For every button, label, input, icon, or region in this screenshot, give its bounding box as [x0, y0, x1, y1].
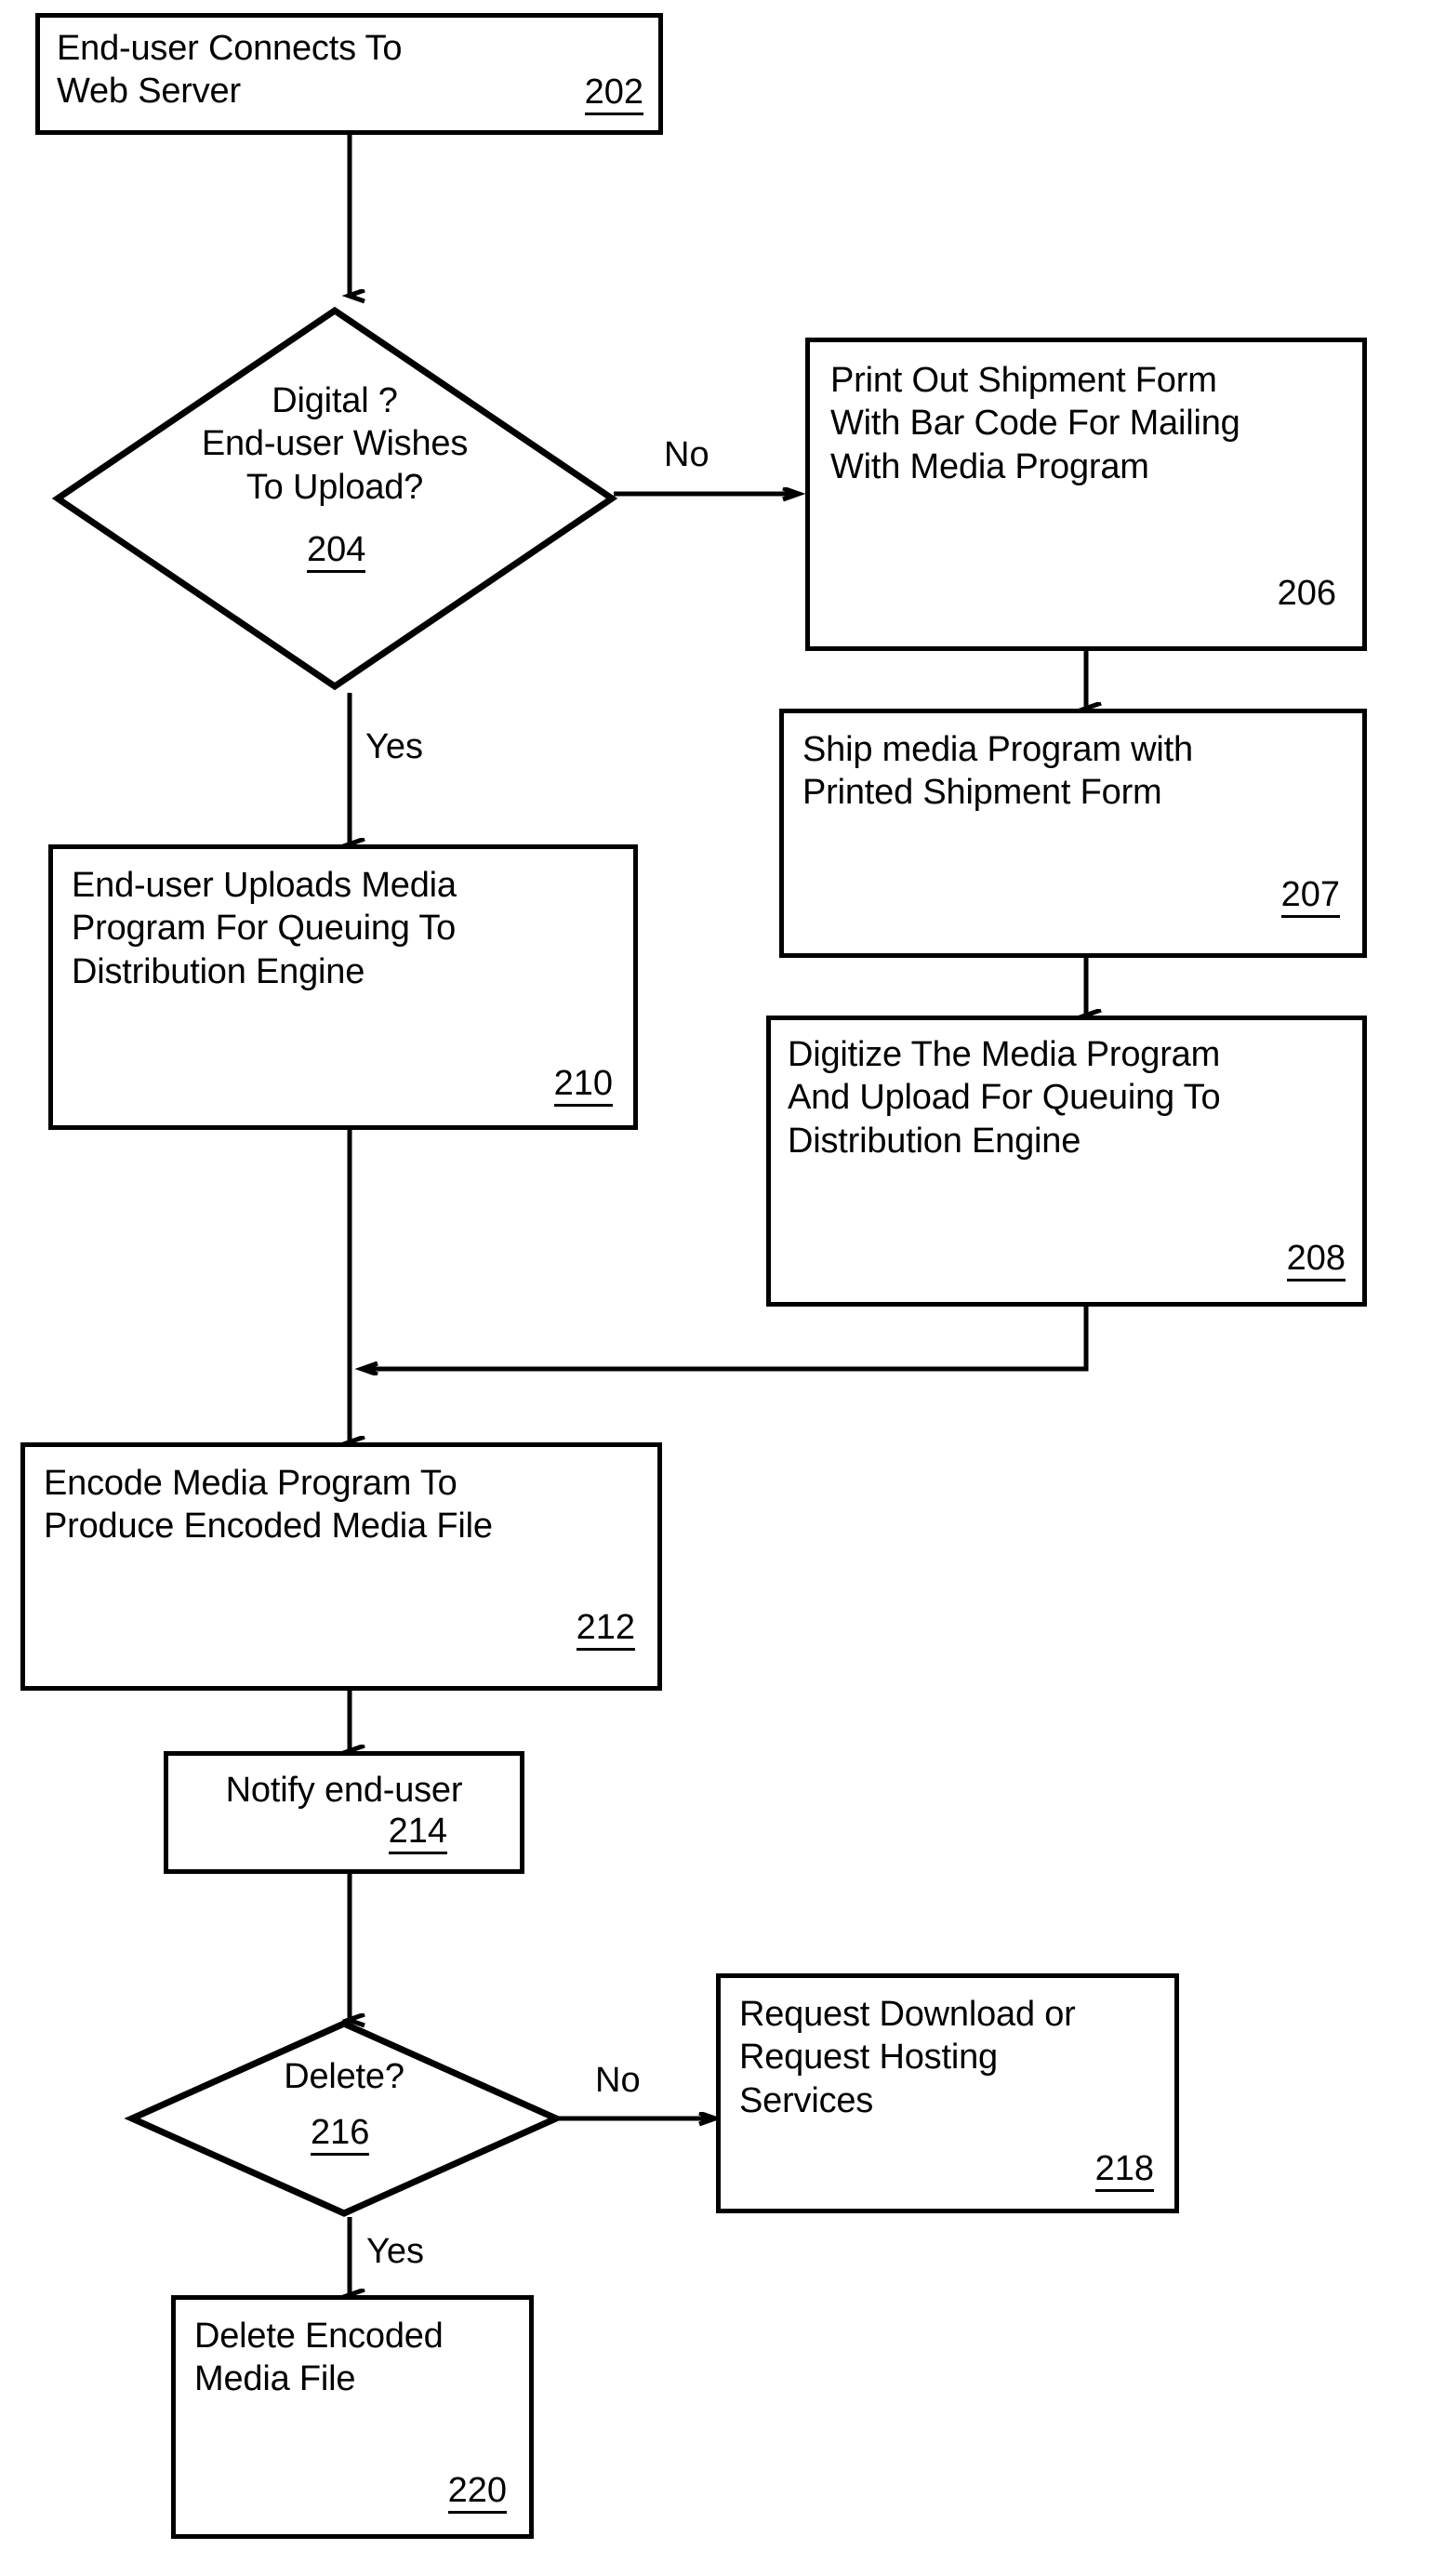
- node-207-ref: 207: [1280, 877, 1340, 918]
- node-220-line-1: Delete Encoded: [194, 2317, 444, 2356]
- node-207-line-2: Printed Shipment Form: [802, 773, 1162, 813]
- node-208-text: Digitize The Media Program And Upload Fo…: [788, 1033, 1349, 1162]
- node-204-text: Digital ? End-user Wishes To Upload?: [54, 379, 616, 509]
- node-218-line-1: Request Download or: [739, 1995, 1076, 2034]
- node-207-text: Ship media Program with Printed Shipment…: [802, 728, 1349, 815]
- node-214-text: Notify end-user: [168, 1769, 520, 1812]
- node-208-digitize-the-media-program[interactable]: Digitize The Media Program And Upload Fo…: [766, 1016, 1367, 1307]
- node-218-text: Request Download or Request Hosting Serv…: [739, 1993, 1161, 2122]
- node-220-delete-encoded-media-file[interactable]: Delete Encoded Media File 220: [171, 2295, 534, 2539]
- node-204-line-1: Digital ?: [272, 381, 398, 420]
- node-216-line-1: Delete?: [284, 2057, 404, 2096]
- node-207-line-1: Ship media Program with: [802, 730, 1193, 769]
- edge-label-216-yes: Yes: [366, 2232, 424, 2271]
- node-208-line-3: Distribution Engine: [788, 1121, 1081, 1161]
- edge-label-204-yes: Yes: [365, 727, 423, 766]
- node-212-line-1: Encode Media Program To: [44, 1464, 457, 1503]
- node-218-line-3: Services: [739, 2080, 874, 2120]
- node-202-ref: 202: [584, 74, 643, 115]
- node-214-ref: 214: [388, 1813, 447, 1854]
- node-206-ref: 206: [1277, 574, 1336, 613]
- node-218-ref: 218: [1094, 2151, 1154, 2192]
- node-220-line-2: Media File: [194, 2359, 356, 2399]
- node-204-line-3: To Upload?: [245, 467, 424, 507]
- node-212-ref: 212: [576, 1610, 635, 1651]
- node-202-line-1: End-user Connects To: [57, 29, 403, 68]
- flowchart-canvas: End-user Connects To Web Server 202 Digi…: [0, 0, 1432, 2576]
- node-210-ref: 210: [553, 1066, 613, 1107]
- node-206-line-3: With Media Program: [830, 446, 1149, 486]
- node-204-line-2: End-user Wishes: [201, 424, 469, 464]
- node-212-text: Encode Media Program To Produce Encoded …: [44, 1462, 644, 1548]
- node-210-end-user-uploads-media-program[interactable]: End-user Uploads Media Program For Queui…: [48, 844, 638, 1130]
- node-210-line-1: End-user Uploads Media: [72, 866, 457, 905]
- node-206-print-out-shipment-form[interactable]: Print Out Shipment Form With Bar Code Fo…: [805, 338, 1367, 651]
- node-216-delete[interactable]: Delete? 216: [124, 2020, 564, 2217]
- node-220-text: Delete Encoded Media File: [194, 2315, 516, 2401]
- node-204-ref: 204: [307, 532, 366, 573]
- node-214-line-1: Notify end-user: [225, 1771, 463, 1810]
- node-216-text: Delete?: [128, 2055, 560, 2098]
- node-206-line-2: With Bar Code For Mailing: [830, 404, 1240, 444]
- node-216-ref: 216: [311, 2115, 370, 2156]
- node-212-encode-media-program[interactable]: Encode Media Program To Produce Encoded …: [20, 1442, 662, 1691]
- node-208-ref: 208: [1286, 1241, 1346, 1281]
- node-206-text: Print Out Shipment Form With Bar Code Fo…: [830, 359, 1349, 488]
- node-202-line-2: Web Server: [57, 72, 241, 112]
- node-204-digital-end-user-wishes-to-upload[interactable]: Digital ? End-user Wishes To Upload? 204: [51, 306, 618, 691]
- node-208-line-1: Digitize The Media Program: [788, 1035, 1221, 1074]
- node-210-line-2: Program For Queuing To: [72, 909, 457, 949]
- node-214-notify-end-user[interactable]: Notify end-user 214: [164, 1751, 524, 1874]
- node-207-ship-media-program[interactable]: Ship media Program with Printed Shipment…: [779, 709, 1367, 958]
- edge-label-204-no: No: [664, 435, 709, 474]
- node-202-end-user-connects-to-web-server[interactable]: End-user Connects To Web Server 202: [35, 13, 663, 135]
- node-220-ref: 220: [447, 2473, 507, 2514]
- edge-208-to-merge: [363, 1307, 1089, 1369]
- node-202-text: End-user Connects To Web Server: [57, 27, 645, 113]
- node-208-line-2: And Upload For Queuing To: [788, 1078, 1221, 1118]
- node-210-line-3: Distribution Engine: [72, 951, 365, 991]
- node-210-text: End-user Uploads Media Program For Queui…: [72, 864, 620, 993]
- edge-label-216-no: No: [595, 2061, 641, 2100]
- node-212-line-2: Produce Encoded Media File: [44, 1507, 493, 1547]
- node-218-line-2: Request Hosting: [739, 2038, 998, 2078]
- node-206-line-1: Print Out Shipment Form: [830, 361, 1217, 400]
- node-218-request-download-or-hosting[interactable]: Request Download or Request Hosting Serv…: [716, 1973, 1179, 2213]
